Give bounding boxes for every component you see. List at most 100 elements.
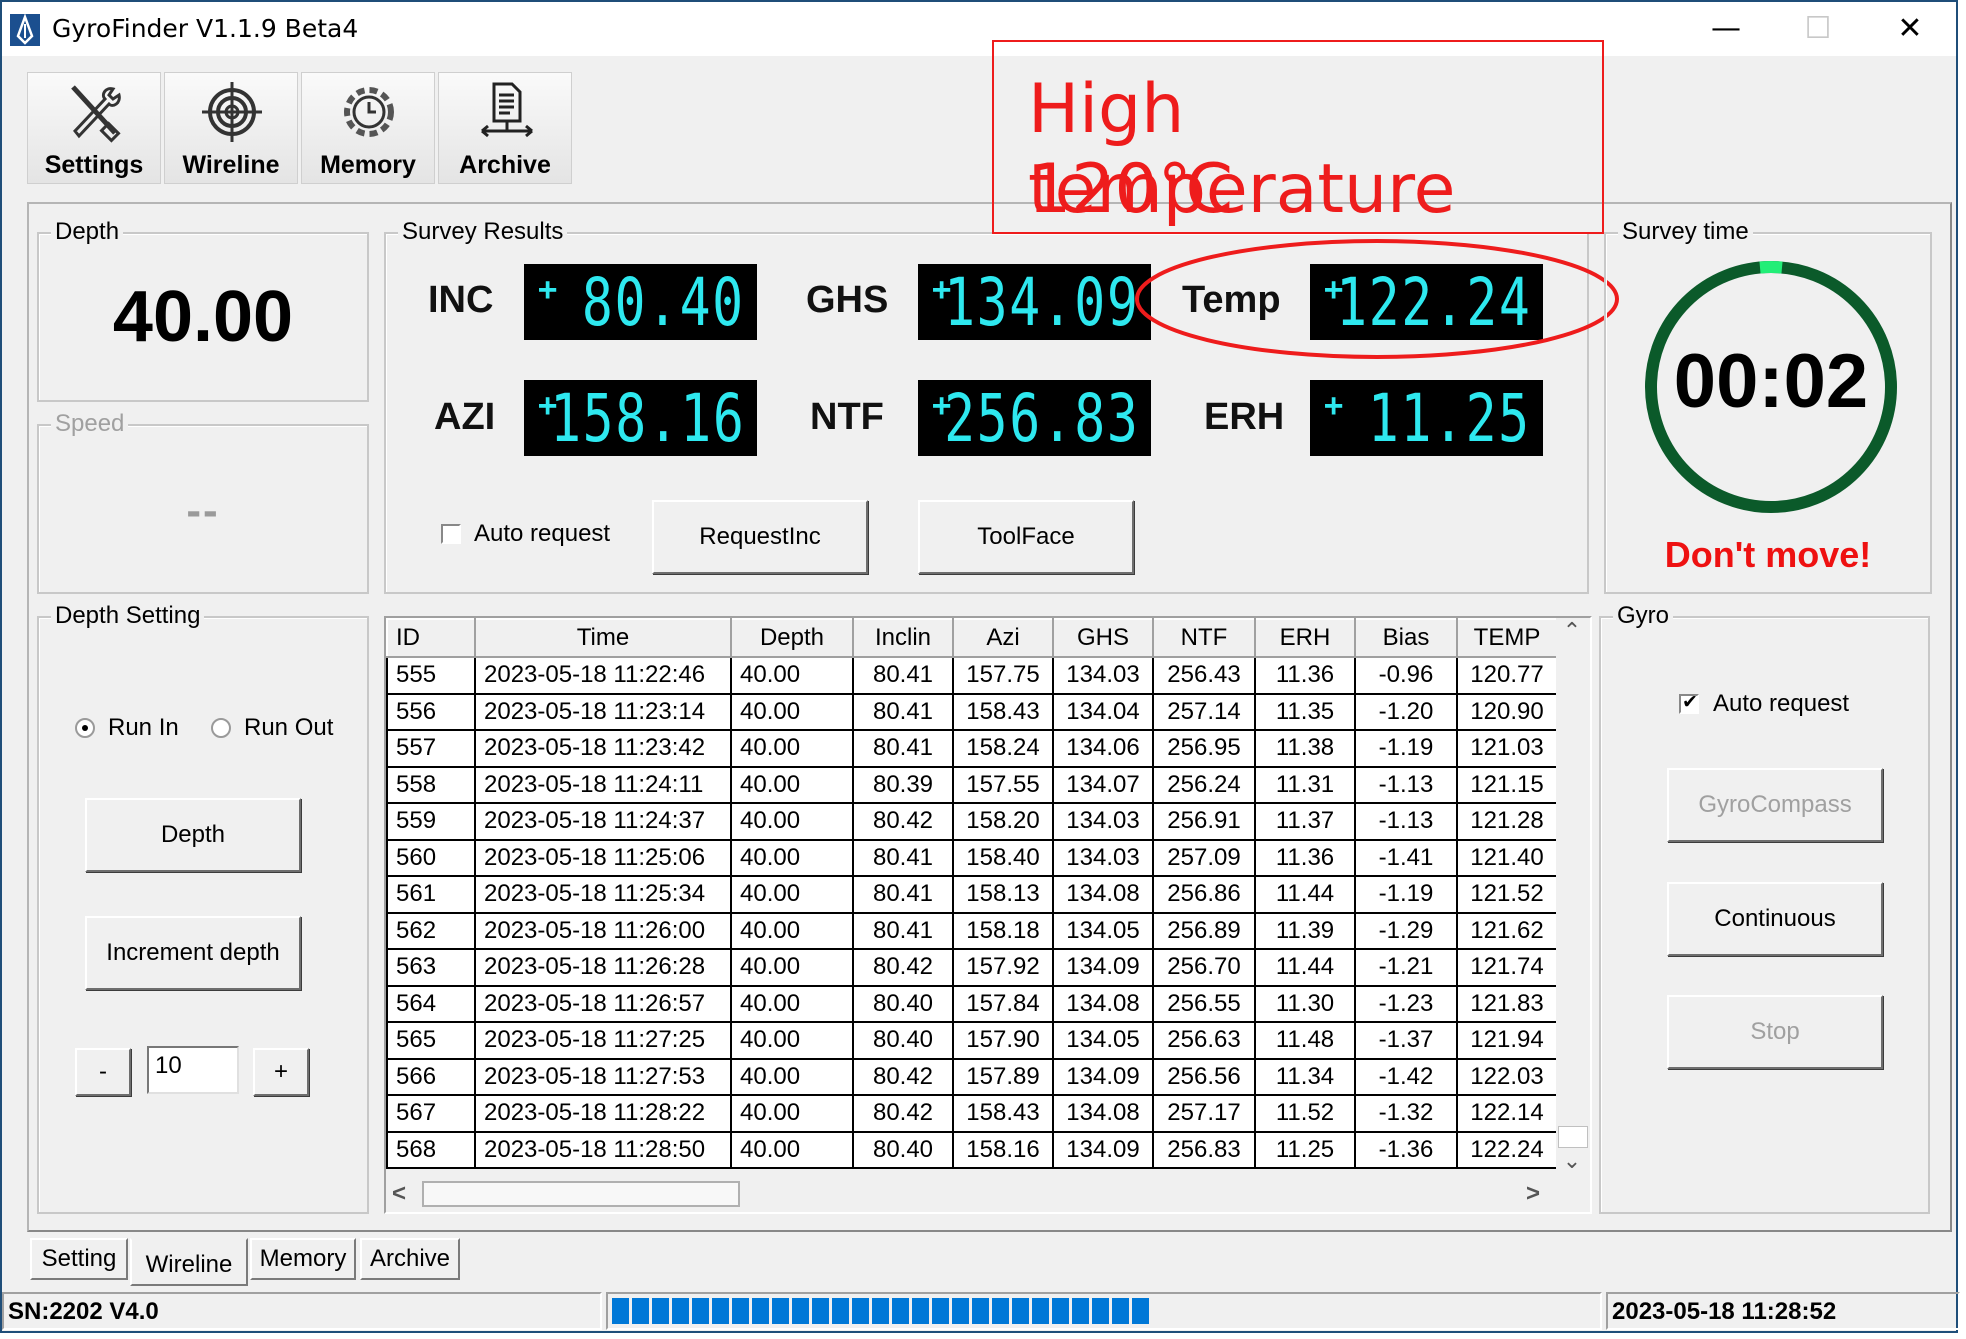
column-header-depth[interactable]: Depth [730, 618, 854, 658]
cell-bias: -1.13 [1354, 802, 1458, 841]
depth-button[interactable]: Depth [85, 798, 301, 872]
progress-segment [732, 1298, 749, 1324]
minimize-button[interactable]: — [1696, 6, 1756, 52]
decrement-button[interactable]: - [75, 1048, 131, 1096]
status-datetime: 2023-05-18 11:28:52 [1612, 1298, 1837, 1325]
table-row[interactable]: 562 2023-05-18 11:26:00 40.00 80.41 158.18 13… [386, 911, 1558, 950]
toolbar-settings-button[interactable]: Settings [27, 72, 161, 184]
table-row[interactable]: 563 2023-05-18 11:26:28 40.00 80.42 157.92 13… [386, 948, 1558, 987]
toolbar-wireline-button[interactable]: Wireline [164, 72, 298, 184]
column-header-time[interactable]: Time [474, 618, 732, 658]
erh-readout: + 11.25 [1310, 380, 1543, 456]
toolbar-memory-button[interactable]: Memory [301, 72, 435, 184]
column-header-bias[interactable]: Bias [1354, 618, 1458, 658]
cell-erh: 11.35 [1254, 692, 1356, 731]
progress-segment [832, 1298, 849, 1324]
survey-auto-request-checkbox[interactable] [441, 524, 461, 544]
scroll-down-arrow[interactable]: ⌄ [1556, 1148, 1588, 1178]
horizontal-scrollbar[interactable]: < > [386, 1178, 1556, 1212]
cell-bias: -0.96 [1354, 656, 1458, 695]
progress-segment [1012, 1298, 1029, 1324]
stop-button[interactable]: Stop [1667, 995, 1883, 1069]
cell-azi: 157.90 [952, 1021, 1054, 1060]
vertical-scrollbar[interactable]: ⌃ ⌄ [1556, 618, 1588, 1178]
toolbar-archive-button[interactable]: Archive [438, 72, 572, 184]
cell-erh: 11.34 [1254, 1057, 1356, 1096]
erh-label: ERH [1204, 396, 1285, 438]
cell-bias: -1.36 [1354, 1130, 1458, 1169]
increment-value-input[interactable]: 10 [147, 1046, 239, 1094]
run-in-radio[interactable] [75, 718, 95, 738]
column-header-temp[interactable]: TEMP [1456, 618, 1558, 658]
scroll-up-arrow[interactable]: ⌃ [1556, 618, 1588, 648]
gyrocompass-button[interactable]: GyroCompass [1667, 768, 1883, 842]
column-header-ntf[interactable]: NTF [1152, 618, 1256, 658]
tab-archive[interactable]: Archive [360, 1238, 460, 1280]
scroll-left-arrow[interactable]: < [392, 1180, 416, 1210]
progress-segment [712, 1298, 729, 1324]
cell-inclin: 80.41 [852, 692, 954, 731]
cell-ntf: 256.83 [1152, 1130, 1256, 1169]
progress-segment [1072, 1298, 1089, 1324]
table-row[interactable]: 568 2023-05-18 11:28:50 40.00 80.40 158.16 13… [386, 1130, 1558, 1169]
cell-ntf: 256.95 [1152, 729, 1256, 768]
cell-ghs: 134.08 [1052, 1094, 1154, 1133]
cell-temp: 122.14 [1456, 1094, 1558, 1133]
table-row[interactable]: 560 2023-05-18 11:25:06 40.00 80.41 158.40 13… [386, 838, 1558, 877]
high-temp-annotation: High temperature 120℃ [992, 40, 1604, 234]
run-out-label[interactable]: Run Out [244, 714, 333, 742]
cell-depth: 40.00 [730, 1057, 854, 1096]
request-inc-button[interactable]: RequestInc [652, 500, 868, 574]
cell-temp: 121.40 [1456, 838, 1558, 877]
gyro-auto-request-label[interactable]: Auto request [1713, 690, 1849, 718]
survey-auto-request-label[interactable]: Auto request [474, 520, 610, 548]
close-button[interactable]: ✕ [1880, 6, 1940, 52]
increment-depth-button[interactable]: Increment depth [85, 916, 301, 990]
scroll-right-arrow[interactable]: > [1526, 1180, 1550, 1210]
column-header-erh[interactable]: ERH [1254, 618, 1356, 658]
column-header-ghs[interactable]: GHS [1052, 618, 1154, 658]
toolface-button[interactable]: ToolFace [918, 500, 1134, 574]
tab-wireline[interactable]: Wireline [130, 1238, 248, 1286]
cell-ntf: 257.17 [1152, 1094, 1256, 1133]
device-info: SN:2202 V4.0 [8, 1298, 159, 1325]
run-in-label[interactable]: Run In [108, 714, 179, 742]
column-header-inclin[interactable]: Inclin [852, 618, 954, 658]
table-row[interactable]: 567 2023-05-18 11:28:22 40.00 80.42 158.43 13… [386, 1094, 1558, 1133]
table-row[interactable]: 561 2023-05-18 11:25:34 40.00 80.41 158.13 13… [386, 875, 1558, 914]
cell-bias: -1.20 [1354, 692, 1458, 731]
increment-button[interactable]: + [253, 1048, 309, 1096]
gyro-auto-request-checkbox[interactable] [1679, 691, 1699, 714]
azi-label: AZI [434, 396, 496, 438]
run-out-radio[interactable] [211, 718, 231, 738]
cell-ghs: 134.06 [1052, 729, 1154, 768]
cell-id: 566 [386, 1057, 476, 1096]
table-row[interactable]: 565 2023-05-18 11:27:25 40.00 80.40 157.90 13… [386, 1021, 1558, 1060]
gyro-group: Gyro Auto request GyroCompass Continuous… [1599, 602, 1930, 1214]
table-row[interactable]: 556 2023-05-18 11:23:14 40.00 80.41 158.43 13… [386, 692, 1558, 731]
table-row[interactable]: 557 2023-05-18 11:23:42 40.00 80.41 158.24 13… [386, 729, 1558, 768]
cell-depth: 40.00 [730, 765, 854, 804]
continuous-button[interactable]: Continuous [1667, 882, 1883, 956]
table-row[interactable]: 558 2023-05-18 11:24:11 40.00 80.39 157.55 13… [386, 765, 1558, 804]
table-row[interactable]: 566 2023-05-18 11:27:53 40.00 80.42 157.89 13… [386, 1057, 1558, 1096]
depth-group: Depth 40.00 [37, 218, 369, 402]
cell-inclin: 80.40 [852, 984, 954, 1023]
cell-depth: 40.00 [730, 802, 854, 841]
horizontal-scroll-thumb[interactable] [422, 1181, 740, 1207]
cell-azi: 158.18 [952, 911, 1054, 950]
tab-memory[interactable]: Memory [250, 1238, 356, 1280]
tab-setting[interactable]: Setting [30, 1238, 128, 1280]
cell-temp: 122.03 [1456, 1057, 1558, 1096]
cell-time: 2023-05-18 11:24:37 [474, 802, 732, 841]
cell-temp: 120.77 [1456, 656, 1558, 695]
table-row[interactable]: 555 2023-05-18 11:22:46 40.00 80.41 157.75 13… [386, 656, 1558, 695]
table-row[interactable]: 559 2023-05-18 11:24:37 40.00 80.42 158.20 13… [386, 802, 1558, 841]
table-row[interactable]: 564 2023-05-18 11:26:57 40.00 80.40 157.84 13… [386, 984, 1558, 1023]
column-header-id[interactable]: ID [386, 618, 476, 658]
vertical-scroll-thumb[interactable] [1558, 1126, 1588, 1148]
cell-ghs: 134.03 [1052, 802, 1154, 841]
column-header-azi[interactable]: Azi [952, 618, 1054, 658]
toolbar-memory-label: Memory [320, 151, 416, 179]
maximize-button[interactable]: ☐ [1788, 6, 1848, 52]
